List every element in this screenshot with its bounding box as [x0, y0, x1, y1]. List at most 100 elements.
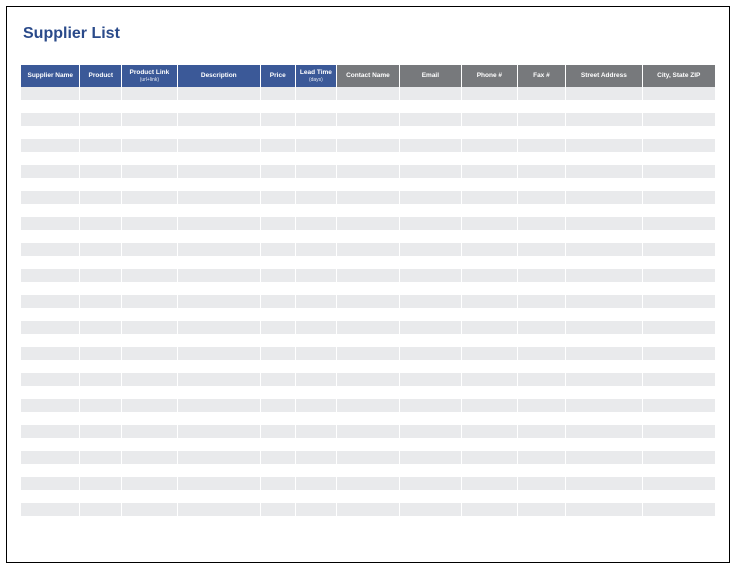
table-cell[interactable] — [21, 425, 80, 438]
table-cell[interactable] — [21, 451, 80, 464]
table-cell[interactable] — [337, 178, 399, 191]
table-cell[interactable] — [177, 178, 260, 191]
table-cell[interactable] — [642, 438, 715, 451]
table-cell[interactable] — [399, 100, 461, 113]
table-cell[interactable] — [517, 217, 566, 230]
table-cell[interactable] — [260, 477, 295, 490]
table-cell[interactable] — [517, 412, 566, 425]
table-cell[interactable] — [21, 347, 80, 360]
table-cell[interactable] — [517, 490, 566, 503]
table-cell[interactable] — [260, 516, 295, 529]
table-cell[interactable] — [21, 503, 80, 516]
table-cell[interactable] — [337, 100, 399, 113]
table-cell[interactable] — [566, 126, 642, 139]
table-cell[interactable] — [462, 490, 518, 503]
table-cell[interactable] — [517, 152, 566, 165]
table-cell[interactable] — [21, 243, 80, 256]
table-cell[interactable] — [566, 503, 642, 516]
table-cell[interactable] — [399, 113, 461, 126]
table-cell[interactable] — [80, 191, 122, 204]
table-cell[interactable] — [295, 425, 337, 438]
table-cell[interactable] — [337, 126, 399, 139]
table-cell[interactable] — [295, 282, 337, 295]
table-cell[interactable] — [399, 386, 461, 399]
table-cell[interactable] — [80, 230, 122, 243]
table-cell[interactable] — [122, 360, 178, 373]
table-cell[interactable] — [122, 100, 178, 113]
table-cell[interactable] — [462, 243, 518, 256]
table-cell[interactable] — [80, 516, 122, 529]
table-cell[interactable] — [122, 373, 178, 386]
table-cell[interactable] — [399, 412, 461, 425]
table-cell[interactable] — [566, 152, 642, 165]
table-cell[interactable] — [517, 438, 566, 451]
table-cell[interactable] — [566, 360, 642, 373]
table-cell[interactable] — [295, 126, 337, 139]
table-cell[interactable] — [399, 126, 461, 139]
table-cell[interactable] — [517, 308, 566, 321]
table-cell[interactable] — [399, 139, 461, 152]
table-cell[interactable] — [399, 204, 461, 217]
table-cell[interactable] — [642, 347, 715, 360]
table-cell[interactable] — [462, 399, 518, 412]
table-cell[interactable] — [80, 425, 122, 438]
table-cell[interactable] — [399, 230, 461, 243]
table-cell[interactable] — [566, 295, 642, 308]
table-cell[interactable] — [566, 165, 642, 178]
table-cell[interactable] — [462, 503, 518, 516]
table-cell[interactable] — [517, 477, 566, 490]
table-cell[interactable] — [517, 204, 566, 217]
table-cell[interactable] — [517, 360, 566, 373]
table-cell[interactable] — [122, 503, 178, 516]
table-cell[interactable] — [642, 113, 715, 126]
table-cell[interactable] — [177, 165, 260, 178]
table-cell[interactable] — [80, 477, 122, 490]
table-cell[interactable] — [177, 347, 260, 360]
table-cell[interactable] — [177, 256, 260, 269]
table-cell[interactable] — [21, 126, 80, 139]
table-cell[interactable] — [295, 191, 337, 204]
table-cell[interactable] — [80, 243, 122, 256]
table-cell[interactable] — [642, 243, 715, 256]
table-cell[interactable] — [80, 165, 122, 178]
table-cell[interactable] — [177, 425, 260, 438]
table-cell[interactable] — [21, 217, 80, 230]
table-cell[interactable] — [260, 412, 295, 425]
table-cell[interactable] — [122, 477, 178, 490]
table-cell[interactable] — [462, 256, 518, 269]
table-cell[interactable] — [337, 347, 399, 360]
table-cell[interactable] — [80, 308, 122, 321]
table-cell[interactable] — [260, 152, 295, 165]
table-cell[interactable] — [260, 321, 295, 334]
table-cell[interactable] — [295, 477, 337, 490]
table-cell[interactable] — [260, 373, 295, 386]
table-cell[interactable] — [21, 100, 80, 113]
table-cell[interactable] — [295, 360, 337, 373]
table-cell[interactable] — [21, 464, 80, 477]
table-cell[interactable] — [337, 243, 399, 256]
table-cell[interactable] — [260, 282, 295, 295]
table-cell[interactable] — [517, 113, 566, 126]
table-cell[interactable] — [642, 477, 715, 490]
table-cell[interactable] — [122, 464, 178, 477]
table-cell[interactable] — [399, 425, 461, 438]
table-cell[interactable] — [295, 100, 337, 113]
table-cell[interactable] — [295, 178, 337, 191]
table-cell[interactable] — [642, 295, 715, 308]
table-cell[interactable] — [295, 230, 337, 243]
table-cell[interactable] — [177, 87, 260, 100]
table-cell[interactable] — [517, 139, 566, 152]
table-cell[interactable] — [21, 139, 80, 152]
table-cell[interactable] — [177, 308, 260, 321]
table-cell[interactable] — [177, 399, 260, 412]
table-cell[interactable] — [260, 464, 295, 477]
table-cell[interactable] — [517, 282, 566, 295]
table-cell[interactable] — [177, 126, 260, 139]
table-cell[interactable] — [566, 412, 642, 425]
table-cell[interactable] — [399, 373, 461, 386]
table-cell[interactable] — [566, 100, 642, 113]
table-cell[interactable] — [21, 178, 80, 191]
table-cell[interactable] — [177, 191, 260, 204]
table-cell[interactable] — [21, 282, 80, 295]
table-cell[interactable] — [399, 87, 461, 100]
